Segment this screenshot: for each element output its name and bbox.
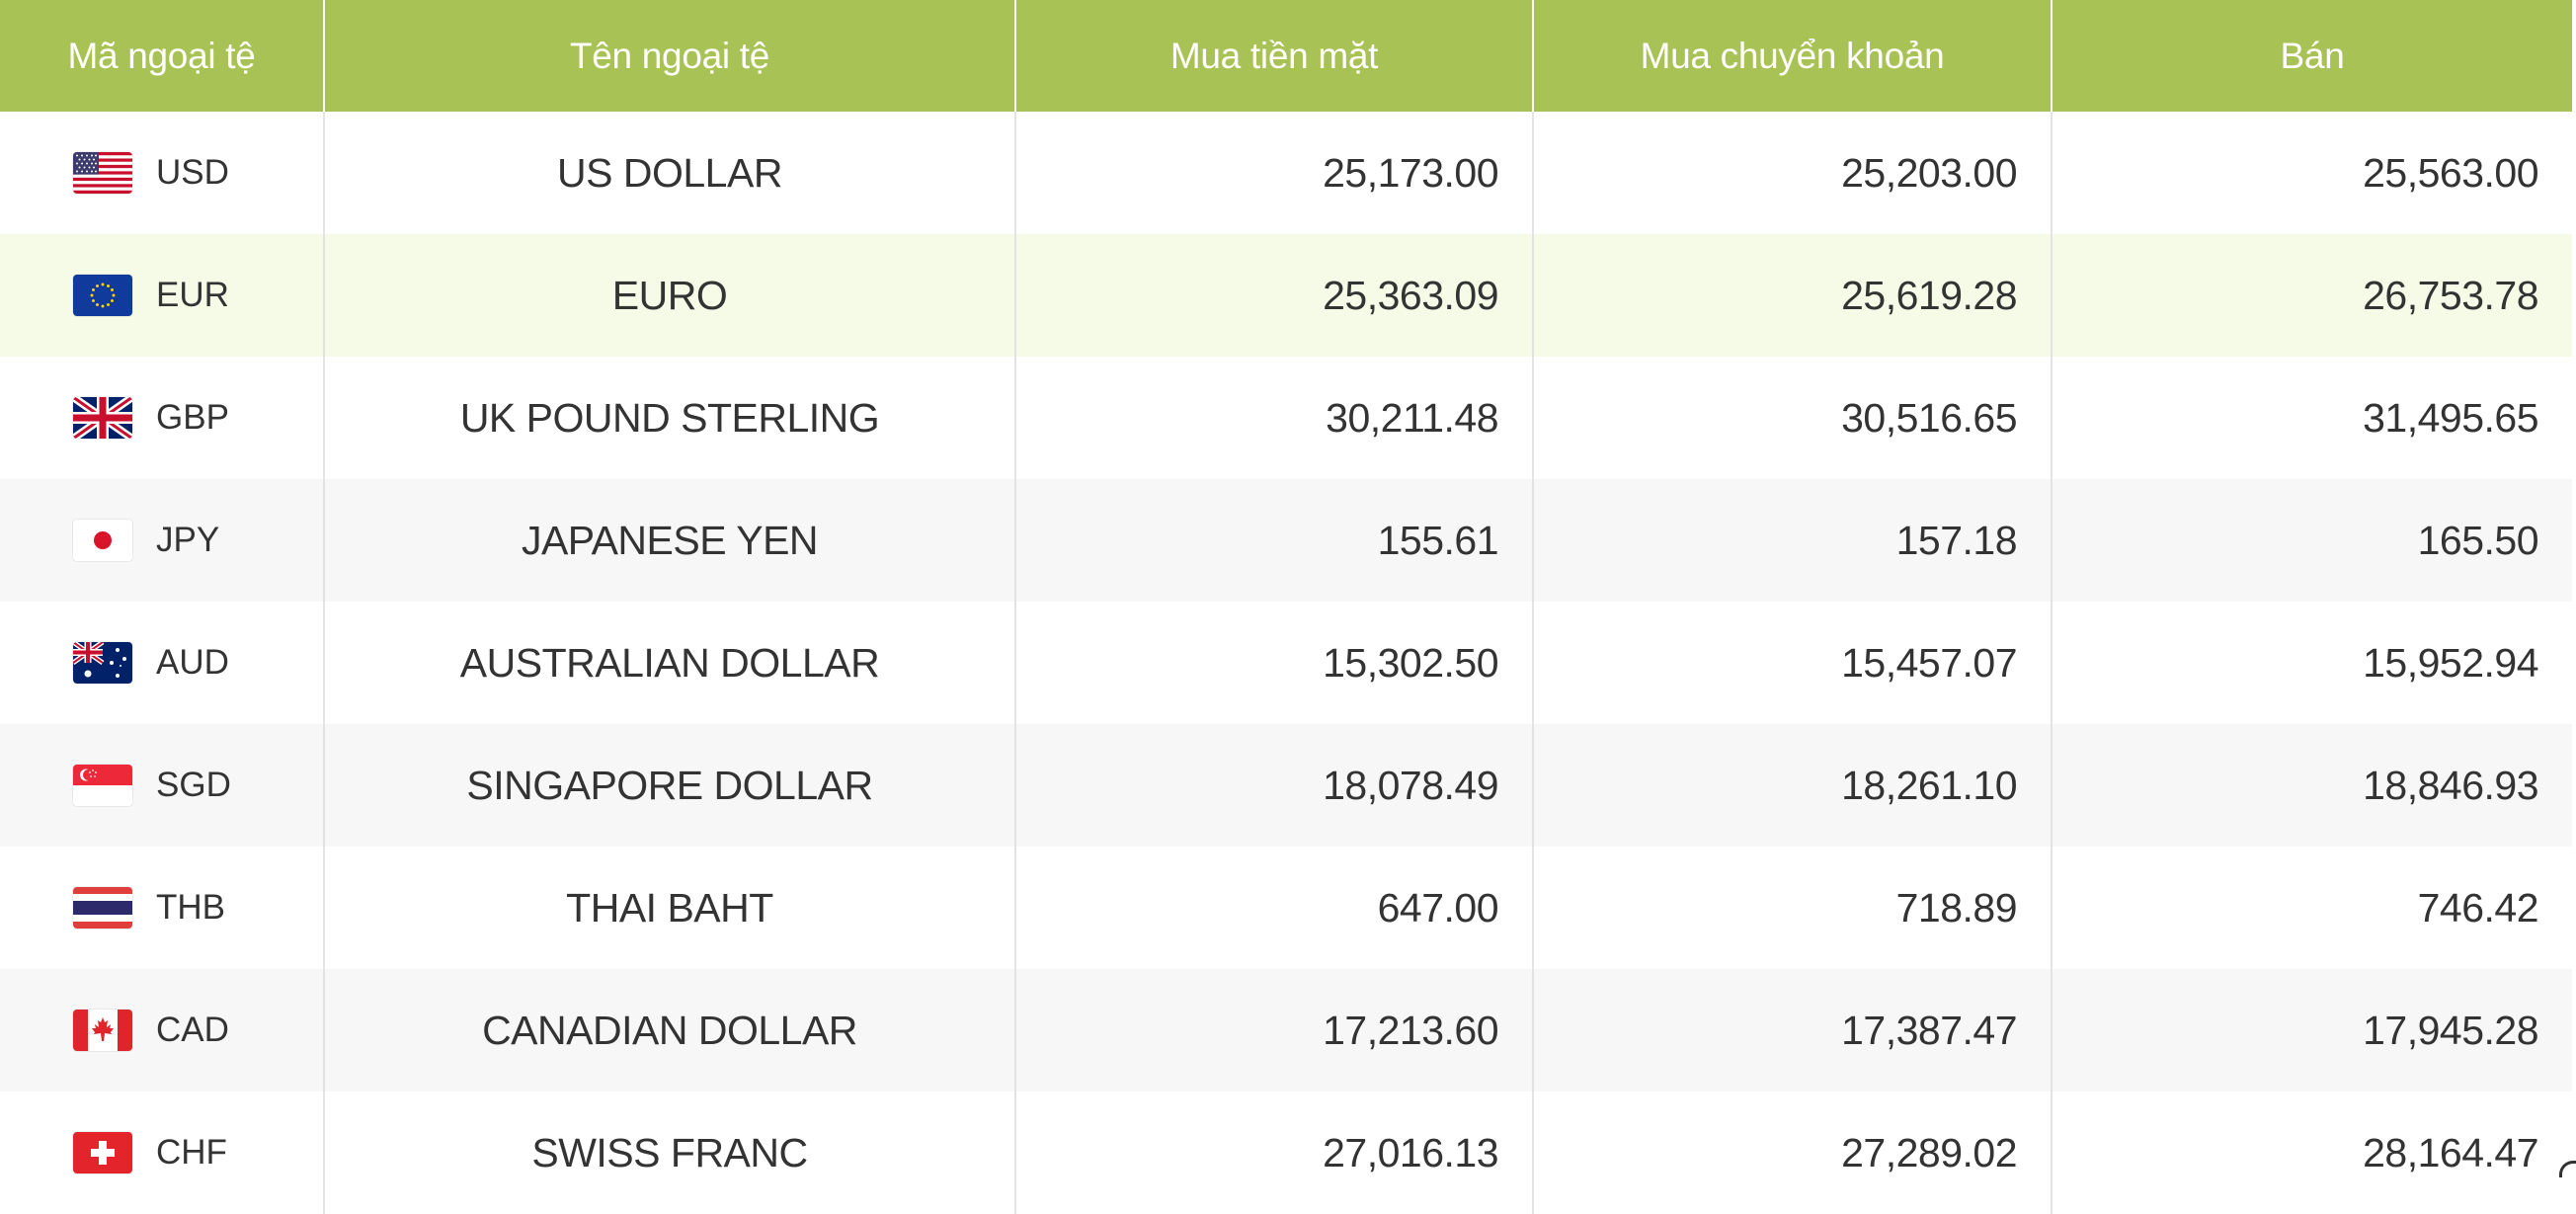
table-row: USD US DOLLAR 25,173.00 25,203.00 25,563… <box>0 112 2572 234</box>
table-row: CHF SWISS FRANC 27,016.13 27,289.02 28,1… <box>0 1092 2572 1214</box>
transfer-buy-rate: 718.89 <box>1533 847 2053 969</box>
table-row: AUD AUSTRALIAN DOLLAR 15,302.50 15,457.0… <box>0 602 2572 724</box>
sell-rate: 18,846.93 <box>2052 724 2572 847</box>
transfer-buy-rate: 15,457.07 <box>1533 602 2053 724</box>
currency-name: SWISS FRANC <box>324 1092 1016 1214</box>
us-flag-icon <box>73 152 132 194</box>
currency-code: GBP <box>156 398 229 437</box>
currency-code: JPY <box>156 521 220 559</box>
transfer-buy-rate: 25,619.28 <box>1533 234 2053 357</box>
cash-buy-rate: 25,363.09 <box>1015 234 1534 357</box>
sell-rate: 165.50 <box>2052 479 2572 602</box>
table-row: CAD CANADIAN DOLLAR 17,213.60 17,387.47 … <box>0 969 2572 1092</box>
transfer-buy-rate: 17,387.47 <box>1533 969 2053 1092</box>
cash-buy-rate: 27,016.13 <box>1015 1092 1534 1214</box>
currency-name: SINGAPORE DOLLAR <box>324 724 1016 847</box>
table-row: JPY JAPANESE YEN 155.61 157.18 165.50 <box>0 479 2572 602</box>
uk-flag-icon <box>73 397 132 439</box>
sell-rate: 15,952.94 <box>2052 602 2572 724</box>
sell-rate: 746.42 <box>2052 847 2572 969</box>
currency-code-cell: THB <box>0 847 325 969</box>
currency-code: EUR <box>156 276 229 314</box>
currency-code-cell: EUR <box>0 234 325 357</box>
singapore-flag-icon <box>73 765 132 806</box>
transfer-buy-rate: 25,203.00 <box>1533 112 2053 234</box>
cash-buy-rate: 18,078.49 <box>1015 724 1534 847</box>
currency-name: CANADIAN DOLLAR <box>324 969 1016 1092</box>
currency-code-cell: CAD <box>0 969 325 1092</box>
currency-code-cell: JPY <box>0 479 325 602</box>
table-row: THB THAI BAHT 647.00 718.89 746.42 <box>0 847 2572 969</box>
switzerland-flag-icon <box>73 1132 132 1174</box>
cash-buy-rate: 155.61 <box>1015 479 1534 602</box>
sell-rate: 26,753.78 <box>2052 234 2572 357</box>
currency-code-cell: USD <box>0 112 325 234</box>
currency-code-cell: AUD <box>0 602 325 724</box>
sell-rate: 25,563.00 <box>2052 112 2572 234</box>
currency-code: AUD <box>156 643 229 682</box>
thailand-flag-icon <box>73 887 132 929</box>
cash-buy-rate: 647.00 <box>1015 847 1534 969</box>
cash-buy-rate: 17,213.60 <box>1015 969 1534 1092</box>
transfer-buy-rate: 30,516.65 <box>1533 357 2053 479</box>
currency-name: THAI BAHT <box>324 847 1016 969</box>
canada-flag-icon <box>73 1010 132 1051</box>
header-currency-code[interactable]: Mã ngoại tệ <box>0 0 325 112</box>
transfer-buy-rate: 157.18 <box>1533 479 2053 602</box>
cash-buy-rate: 15,302.50 <box>1015 602 1534 724</box>
currency-name: EURO <box>324 234 1016 357</box>
eu-flag-icon <box>73 275 132 316</box>
currency-code-cell: GBP <box>0 357 325 479</box>
cash-buy-rate: 30,211.48 <box>1015 357 1534 479</box>
header-transfer-buy[interactable]: Mua chuyển khoản <box>1533 0 2053 112</box>
exchange-rate-table: Mã ngoại tệ Tên ngoại tệ Mua tiền mặt Mu… <box>0 0 2572 1214</box>
japan-flag-icon <box>73 520 132 561</box>
sell-rate: 17,945.28 <box>2052 969 2572 1092</box>
header-sell[interactable]: Bán <box>2052 0 2572 112</box>
transfer-buy-rate: 27,289.02 <box>1533 1092 2053 1214</box>
header-cash-buy[interactable]: Mua tiền mặt <box>1015 0 1534 112</box>
table-row: SGD SINGAPORE DOLLAR 18,078.49 18,261.10… <box>0 724 2572 847</box>
transfer-buy-rate: 18,261.10 <box>1533 724 2053 847</box>
currency-code: SGD <box>156 766 231 804</box>
australia-flag-icon <box>73 642 132 684</box>
currency-name: UK POUND STERLING <box>324 357 1016 479</box>
currency-code-cell: CHF <box>0 1092 325 1214</box>
sell-rate: 31,495.65 <box>2052 357 2572 479</box>
table-row: GBP UK POUND STERLING 30,211.48 30,516.6… <box>0 357 2572 479</box>
sell-rate: 28,164.47 <box>2052 1092 2572 1214</box>
table-header-row: Mã ngoại tệ Tên ngoại tệ Mua tiền mặt Mu… <box>0 0 2572 112</box>
currency-code: THB <box>156 888 225 927</box>
cash-buy-rate: 25,173.00 <box>1015 112 1534 234</box>
currency-name: JAPANESE YEN <box>324 479 1016 602</box>
currency-code-cell: SGD <box>0 724 325 847</box>
table-row: EUR EURO 25,363.09 25,619.28 26,753.78 <box>0 234 2572 357</box>
currency-code: CAD <box>156 1011 229 1049</box>
currency-name: US DOLLAR <box>324 112 1016 234</box>
currency-code: CHF <box>156 1133 227 1172</box>
currency-code: USD <box>156 153 229 192</box>
currency-name: AUSTRALIAN DOLLAR <box>324 602 1016 724</box>
header-currency-name[interactable]: Tên ngoại tệ <box>324 0 1016 112</box>
